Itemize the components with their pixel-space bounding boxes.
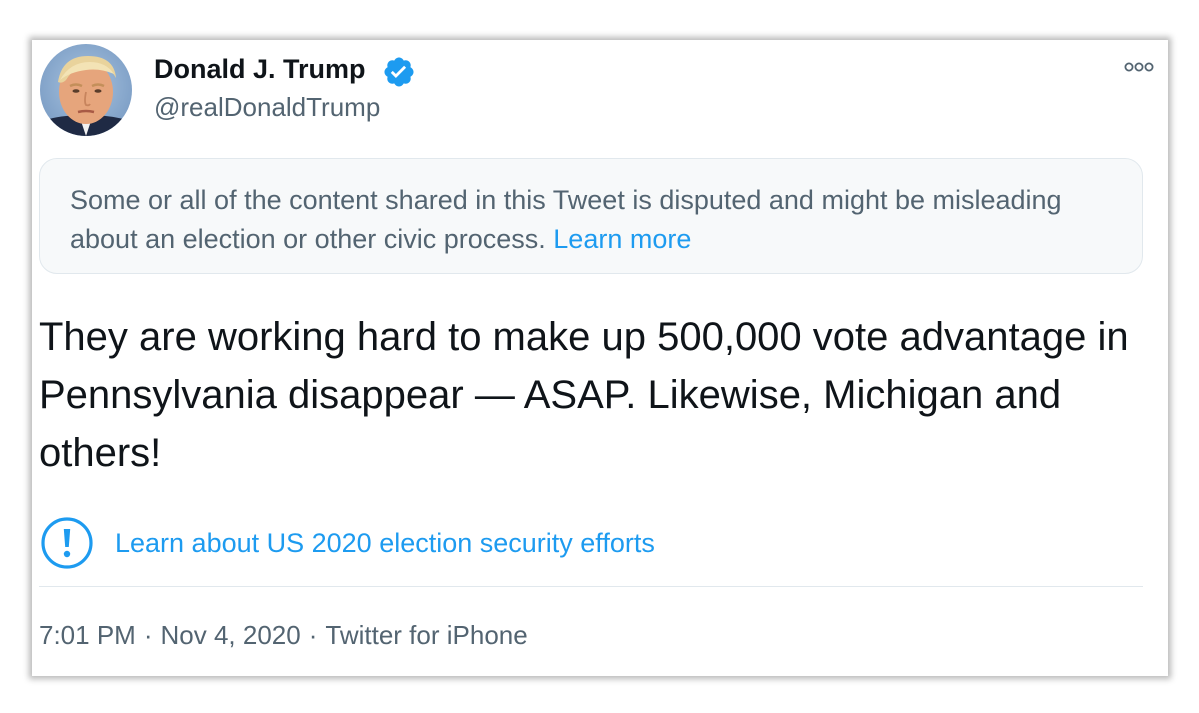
more-options-icon[interactable] — [1124, 60, 1154, 74]
disputed-content-notice: Some or all of the content shared in thi… — [39, 158, 1143, 274]
meta-separator: · — [143, 620, 153, 650]
exclamation-circle-icon — [41, 517, 93, 569]
verified-badge-icon — [384, 57, 414, 87]
tweet-date[interactable]: Nov 4, 2020 — [161, 620, 301, 650]
election-security-text[interactable]: Learn about US 2020 election security ef… — [115, 528, 655, 559]
divider — [39, 586, 1143, 587]
tweet-text: They are working hard to make up 500,000… — [39, 315, 1129, 475]
learn-more-link[interactable]: Learn more — [553, 224, 691, 254]
tweet-time[interactable]: 7:01 PM — [39, 620, 136, 650]
tweet-source[interactable]: Twitter for iPhone — [325, 620, 527, 650]
meta-separator: · — [308, 620, 318, 650]
author-name[interactable]: Donald J. Trump — [154, 54, 366, 85]
tweet-metadata: 7:01 PM · Nov 4, 2020 · Twitter for iPhone — [39, 620, 528, 651]
avatar[interactable] — [40, 44, 132, 136]
author-handle[interactable]: @realDonaldTrump — [154, 92, 380, 123]
tweet-card: Donald J. Trump @realDonaldTrump Some or… — [32, 40, 1168, 676]
election-security-link[interactable]: Learn about US 2020 election security ef… — [39, 514, 655, 572]
profile-photo — [40, 44, 132, 136]
